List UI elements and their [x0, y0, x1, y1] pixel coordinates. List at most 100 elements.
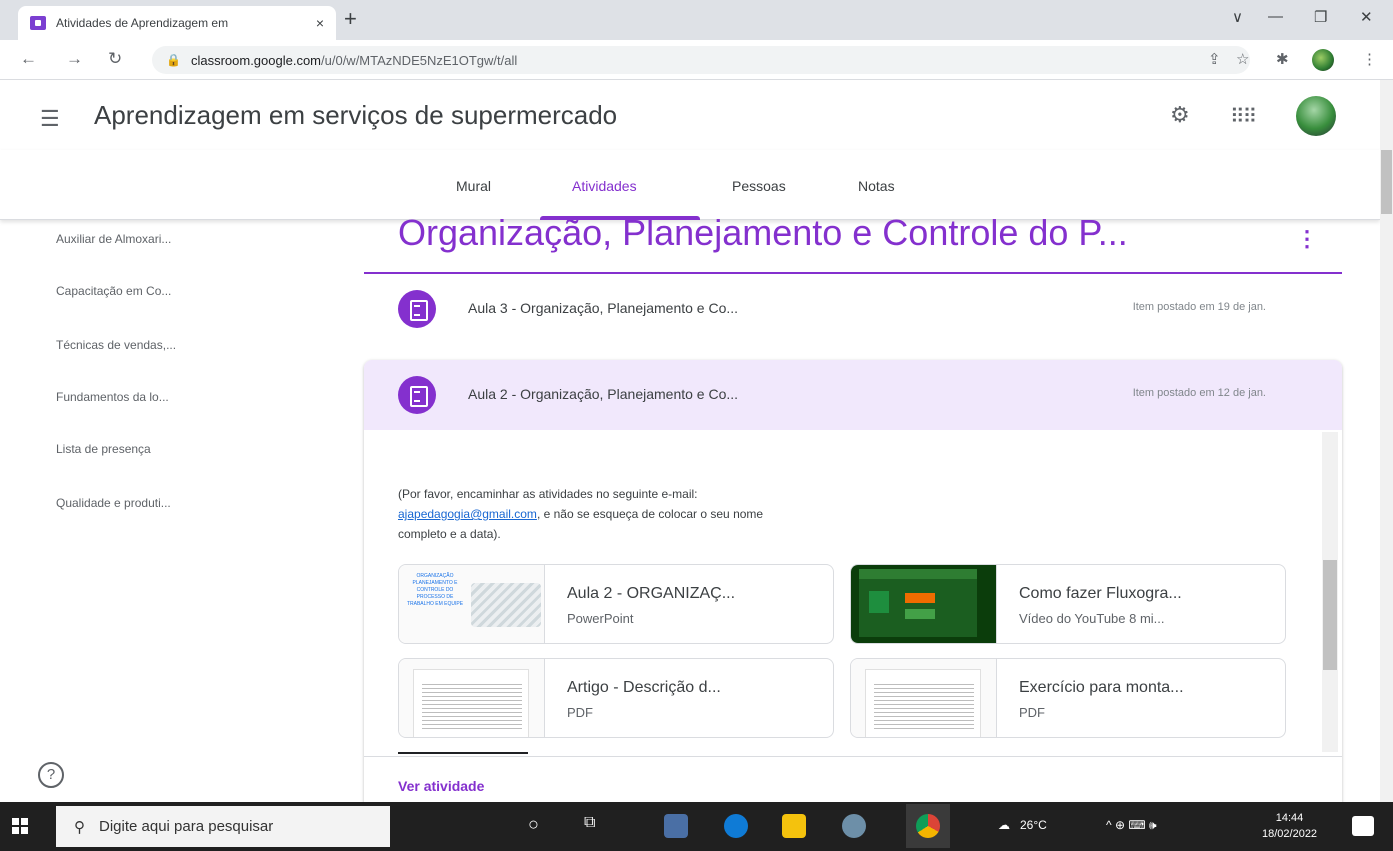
thumbnail-page: [865, 669, 981, 737]
attachment-title: Artigo - Descrição d...: [567, 679, 721, 696]
tab-close-icon[interactable]: ×: [316, 15, 324, 31]
sidebar-item-topic[interactable]: Capacitação em Co...: [56, 284, 171, 298]
description-line: (Por favor, encaminhar as atividades no …: [398, 487, 698, 501]
attachment-title: Aula 2 - ORGANIZAÇ...: [567, 585, 736, 602]
course-title[interactable]: Aprendizagem em serviços de supermercado: [94, 100, 617, 131]
assignment-title: Aula 3 - Organização, Planejamento e Co.…: [468, 300, 739, 316]
assignment-description: (Por favor, encaminhar as atividades no …: [398, 484, 958, 544]
menu-icon[interactable]: ☰: [40, 106, 60, 132]
apps-icon[interactable]: ⠿⠿: [1230, 104, 1257, 129]
attachment-card[interactable]: ORGANIZAÇÃO PLANEJAMENTO E CONTROLE DO P…: [398, 564, 834, 644]
thumbnail-text: ORGANIZAÇÃO PLANEJAMENTO E CONTROLE DO P…: [406, 573, 464, 607]
browser-profile-avatar[interactable]: [1312, 49, 1334, 71]
url-host: classroom.google.com: [190, 52, 322, 68]
tab-mural[interactable]: Mural: [456, 178, 491, 194]
back-arrow-icon[interactable]: ←: [20, 49, 37, 69]
thumbnail-shape: [905, 609, 935, 619]
maximize-button[interactable]: ❐: [1314, 8, 1327, 26]
help-icon[interactable]: ?: [38, 762, 64, 788]
browser-menu-icon[interactable]: ⋮: [1362, 50, 1377, 68]
weather-icon[interactable]: ☁: [998, 818, 1010, 832]
share-icon[interactable]: ⇪: [1208, 50, 1221, 68]
windows-start-icon[interactable]: [12, 818, 28, 834]
close-window-button[interactable]: ✕: [1360, 8, 1373, 26]
topic-divider: [364, 272, 1342, 274]
task-view-icon[interactable]: ⧉: [584, 814, 595, 832]
assignment-date: Item postado em 12 de jan.: [1132, 387, 1266, 399]
browser-tab-title: Atividades de Aprendizagem em: [56, 16, 229, 30]
attachment-type: PowerPoint: [567, 611, 634, 626]
pdf-thumbnail: [851, 659, 997, 737]
course-nav-tabs: Mural Atividades Pessoas Notas: [0, 150, 1380, 220]
thumbnail-banner: [859, 569, 977, 579]
taskbar-search[interactable]: ⚲ Digite aqui para pesquisar: [56, 806, 390, 847]
extensions-icon[interactable]: ✱: [1276, 50, 1289, 68]
assignment-item[interactable]: Aula 3 - Organização, Planejamento e Co.…: [364, 276, 1342, 342]
address-bar[interactable]: 🔒 classroom.google.com/u/0/w/MTAzNDE5NzE…: [152, 46, 1250, 74]
description-line: , e não se esqueça de colocar o seu nome: [536, 507, 764, 521]
reload-icon[interactable]: ↻: [108, 49, 122, 69]
description-line: completo e a data).: [398, 527, 501, 541]
sidebar-item-topic[interactable]: Lista de presença: [56, 442, 151, 456]
tab-notas[interactable]: Notas: [858, 178, 895, 194]
paint-icon[interactable]: [842, 814, 866, 838]
system-tray-icons[interactable]: ^ ⊕ ⌨ 🕪: [1106, 818, 1157, 833]
expanded-assignment-card: Aula 2 - Organização, Planejamento e Co.…: [364, 360, 1342, 812]
lock-icon[interactable]: 🔒: [166, 53, 181, 67]
clock-time: 14:44: [1275, 812, 1304, 824]
attachment-type: Vídeo do YouTube 8 mi...: [1019, 611, 1165, 626]
attachment-type: PDF: [1019, 705, 1045, 720]
taskbar-search-placeholder: Digite aqui para pesquisar: [99, 818, 274, 835]
attachment-card[interactable]: Exercício para monta... PDF: [850, 658, 1286, 738]
attachment-card[interactable]: Artigo - Descrição d... PDF: [398, 658, 834, 738]
assignment-title: Aula 2 - Organização, Planejamento e Co.…: [468, 386, 739, 402]
tab-pessoas[interactable]: Pessoas: [732, 178, 786, 194]
topic-more-icon[interactable]: ⋮: [1296, 226, 1318, 252]
view-assignment-link[interactable]: Ver atividade: [398, 778, 484, 794]
thumbnail-shape: [905, 593, 935, 603]
sidebar-item-topic[interactable]: Fundamentos da lo...: [56, 390, 169, 404]
tab-search-icon[interactable]: ∨: [1232, 8, 1243, 26]
assignment-item-expanded[interactable]: Aula 2 - Organização, Planejamento e Co.…: [364, 360, 1342, 430]
sidebar-item-topic[interactable]: Qualidade e produti...: [56, 496, 171, 510]
url-text: classroom.google.com/u/0/w/MTAzNDE5NzE1O…: [191, 53, 517, 68]
account-avatar[interactable]: [1296, 96, 1336, 136]
app-icon[interactable]: [664, 814, 688, 838]
star-icon[interactable]: ☆: [1236, 50, 1249, 68]
windows-taskbar: ⚲ Digite aqui para pesquisar ○ ⧉ ☁ 26°C …: [0, 802, 1393, 851]
clock-date: 18/02/2022: [1262, 828, 1318, 840]
forward-arrow-icon[interactable]: →: [66, 49, 83, 69]
attachment-type: PDF: [567, 705, 593, 720]
thumbnail-page: [413, 669, 529, 737]
page-scrollbar-thumb[interactable]: [1381, 150, 1392, 214]
sidebar-item-topic[interactable]: Auxiliar de Almoxari...: [56, 232, 171, 246]
topic-title: Organização, Planejamento e Controle do …: [398, 212, 1128, 253]
video-thumbnail: [851, 565, 997, 643]
settings-icon[interactable]: ⚙: [1170, 102, 1190, 128]
weather-temp[interactable]: 26°C: [1020, 818, 1047, 832]
clock[interactable]: 14:44 18/02/2022: [1262, 810, 1317, 842]
search-icon: ⚲: [74, 818, 85, 836]
thumbnail-image: [471, 583, 541, 627]
new-tab-button[interactable]: +: [344, 6, 357, 32]
browser-toolbar: ← → ↻ 🔒 classroom.google.com/u/0/w/MTAzN…: [0, 40, 1393, 80]
pdf-thumbnail: [399, 659, 545, 737]
email-link[interactable]: ajapedagogia@gmail.com: [398, 507, 537, 521]
card-divider: [364, 756, 1342, 757]
assignment-icon: [398, 290, 436, 328]
tab-atividades[interactable]: Atividades: [572, 178, 637, 194]
sidebar-item-topic[interactable]: Técnicas de vendas,...: [56, 338, 176, 352]
cortana-icon[interactable]: ○: [528, 814, 539, 835]
attachment-title: Exercício para monta...: [1019, 679, 1184, 696]
attachment-card[interactable]: Como fazer Fluxogra... Vídeo do YouTube …: [850, 564, 1286, 644]
edge-icon[interactable]: [724, 814, 748, 838]
assignment-date: Item postado em 19 de jan.: [1132, 301, 1266, 313]
chrome-icon[interactable]: [916, 814, 940, 838]
browser-tab[interactable]: Atividades de Aprendizagem em ×: [18, 6, 336, 40]
file-explorer-icon[interactable]: [782, 814, 806, 838]
card-scrollbar-thumb[interactable]: [1323, 560, 1337, 670]
minimize-button[interactable]: —: [1268, 8, 1283, 25]
classroom-header: ☰ Aprendizagem em serviços de supermerca…: [0, 80, 1380, 150]
attachment-thumbnail: ORGANIZAÇÃO PLANEJAMENTO E CONTROLE DO P…: [399, 565, 545, 643]
notification-icon[interactable]: [1352, 816, 1374, 836]
